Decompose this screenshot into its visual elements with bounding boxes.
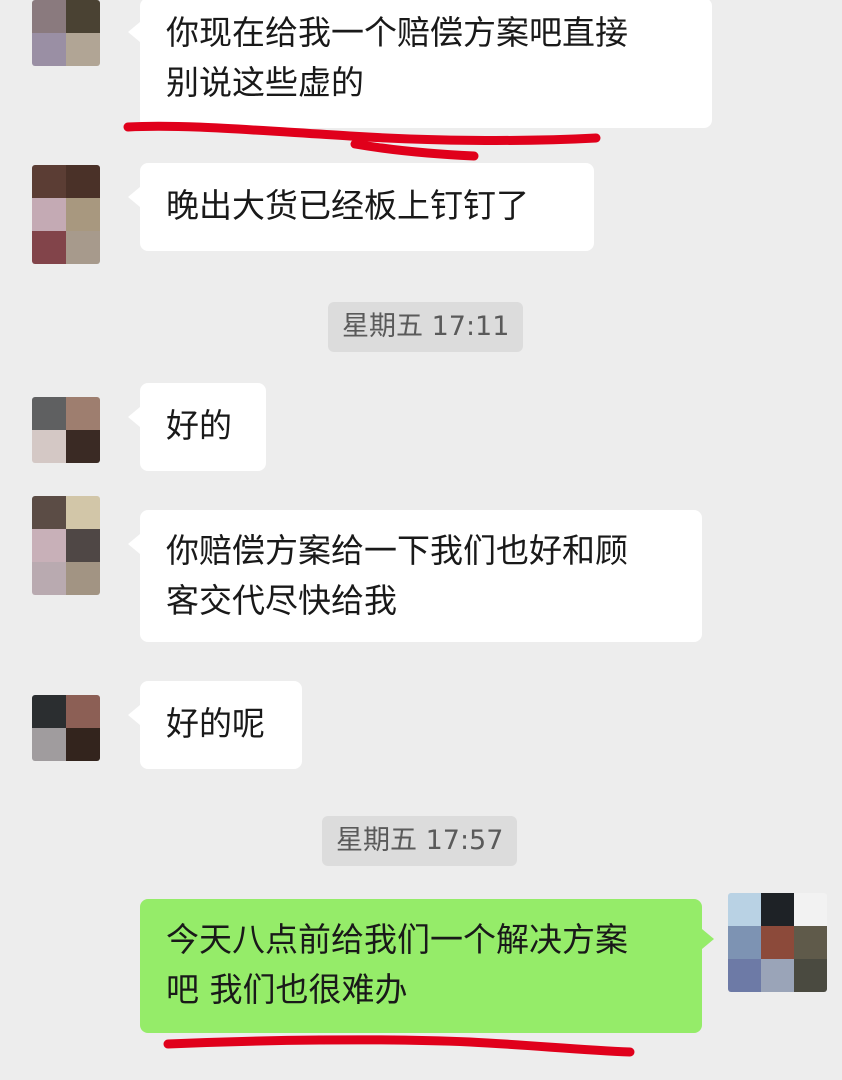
message-bubble[interactable]: 你现在给我一个赔偿方案吧直接 别说这些虚的 (128, 0, 712, 128)
underline-stroke (350, 139, 479, 161)
contact-avatar[interactable] (32, 0, 100, 66)
message-bubble[interactable]: 今天八点前给我们一个解决方案 吧 我们也很难办 (140, 899, 714, 1033)
message-bubble[interactable]: 晚出大货已经板上钉钉了 (128, 163, 594, 251)
message-bubble[interactable]: 你赔偿方案给一下我们也好和顾 客交代尽快给我 (128, 510, 702, 642)
contact-avatar[interactable] (32, 397, 100, 463)
contact-avatar[interactable] (32, 496, 100, 595)
timestamp: 星期五 17:11 (328, 302, 524, 352)
message-bubble[interactable]: 好的 (128, 383, 266, 471)
self-avatar[interactable] (728, 893, 827, 992)
message-bubble[interactable]: 好的呢 (128, 681, 302, 769)
contact-avatar[interactable] (32, 165, 100, 264)
underline-stroke (123, 121, 601, 145)
contact-avatar[interactable] (32, 695, 100, 761)
timestamp: 星期五 17:57 (322, 816, 518, 866)
underline-stroke (163, 1035, 635, 1057)
